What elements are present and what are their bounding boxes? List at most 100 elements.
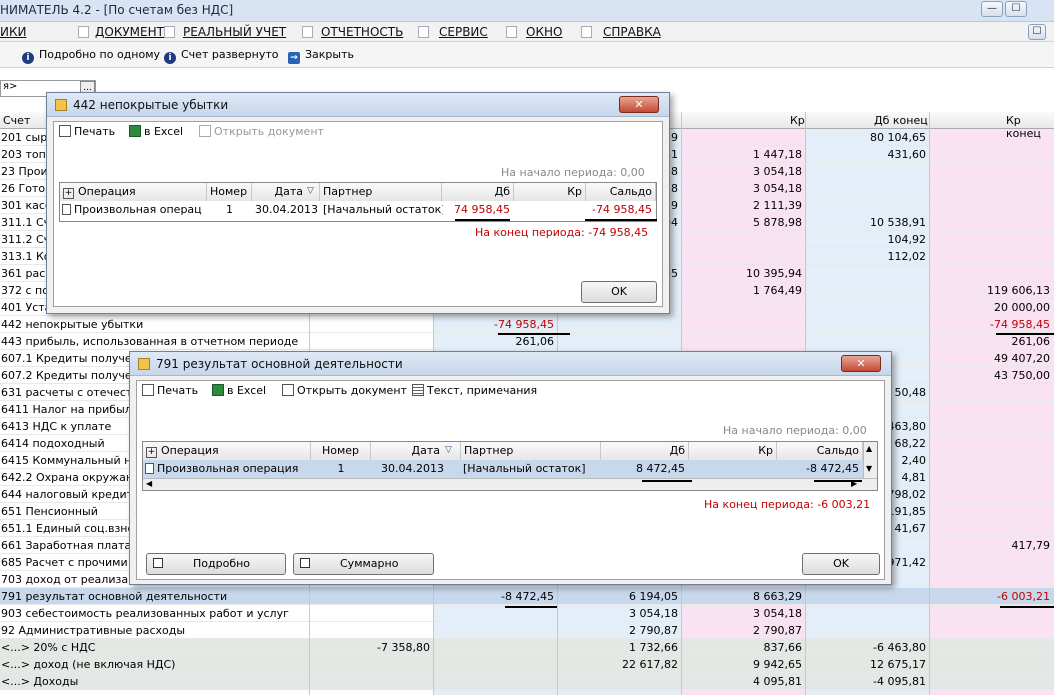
- table-row[interactable]: <...> Доходы 4 095,81 -4 095,81: [0, 673, 1054, 690]
- col-saldo[interactable]: Сальдо: [777, 442, 863, 460]
- minimize-button[interactable]: —: [981, 1, 1003, 17]
- menu-item-real-accounting[interactable]: РЕАЛЬНЫЙ УЧЕТ: [183, 25, 286, 39]
- table-row[interactable]: <...> 20% с НДС -7 358,80 1 732,66 837,66 -6…: [0, 639, 1054, 656]
- annotation-underline: [585, 219, 657, 221]
- op-name: Произвольная операц: [62, 203, 207, 216]
- annotation-underline: [996, 333, 1054, 335]
- exit-icon: →: [288, 52, 300, 64]
- ok-button[interactable]: OK: [802, 553, 880, 575]
- account-expanded-button[interactable]: i Счет развернуто: [164, 48, 279, 64]
- operations-grid: + Операция Номер Дата ▽ Партнер Дб Кр Сал…: [142, 441, 878, 491]
- op-debit: 8 472,45: [636, 462, 685, 475]
- cell-d: 8 663,29: [753, 590, 802, 603]
- cell-f: -74 958,45: [990, 318, 1050, 331]
- notes-icon: [412, 384, 424, 396]
- table-row[interactable]: <...> доход (не включая НДС) 22 617,82 9 9…: [0, 656, 1054, 673]
- col-debit[interactable]: Дб: [601, 442, 689, 460]
- cell-e: 80 104,65: [870, 131, 926, 144]
- open-document-label: Открыть документ: [297, 384, 407, 397]
- table-row[interactable]: 442 непокрытые убытки -74 958,45 -74 958,4…: [0, 316, 1054, 333]
- close-button[interactable]: ✕: [841, 355, 881, 372]
- cell-c: 1 732,66: [629, 641, 678, 654]
- dialog-caption: 791 результат основной деятельности ✕: [130, 352, 891, 376]
- col-operation[interactable]: + Операция: [143, 442, 311, 460]
- detail-one-label: Подробно по одному: [39, 48, 161, 61]
- info-icon: i: [164, 52, 176, 64]
- menu-item-service[interactable]: СЕРВИС: [439, 25, 488, 39]
- col-saldo[interactable]: Сальдо: [586, 183, 656, 201]
- cell-d: 2 111,39: [753, 199, 802, 212]
- cell-f: 261,06: [1011, 335, 1051, 348]
- close-report-button[interactable]: → Закрыть: [288, 48, 354, 64]
- menu-item-window[interactable]: ОКНО: [526, 25, 562, 39]
- account-name: 791 результат основной деятельности: [1, 590, 228, 603]
- print-button[interactable]: Печать: [59, 125, 115, 138]
- operation-row[interactable]: Произвольная операц 1 30.04.2013 [Началь…: [60, 201, 656, 219]
- document-icon: [145, 463, 154, 474]
- cell-f: -6 003,21: [997, 590, 1050, 603]
- col-debit[interactable]: Дб: [442, 183, 514, 201]
- cell-b: -74 958,45: [494, 318, 554, 331]
- menu-item-reports[interactable]: ОТЧЕТНОСТЬ: [321, 25, 403, 39]
- summary-toggle-button[interactable]: Суммарно: [293, 553, 434, 575]
- col-operation-label: Операция: [78, 185, 136, 198]
- vertical-scrollbar[interactable]: ▲ ▼: [863, 442, 877, 478]
- menu-item-help[interactable]: СПРАВКА: [603, 25, 661, 39]
- col-number[interactable]: Номер: [207, 183, 252, 201]
- printer-icon: [142, 384, 154, 396]
- op-saldo: -74 958,45: [592, 203, 652, 216]
- op-date: 30.04.2013: [255, 203, 317, 216]
- menu-item-tiki[interactable]: ИКИ: [0, 25, 26, 39]
- account-name: 92 Административные расходы: [1, 624, 186, 637]
- detail-toggle-button[interactable]: Подробно: [146, 553, 286, 575]
- detail-label: Подробно: [193, 557, 251, 570]
- open-document-button[interactable]: Открыть документ: [282, 384, 407, 397]
- op-debit: 74 958,45: [454, 203, 510, 216]
- col-operation-label: Операция: [161, 444, 219, 457]
- ok-button[interactable]: OK: [581, 281, 657, 303]
- cell-d: 1 764,49: [753, 284, 802, 297]
- cell-f: 43 750,00: [994, 369, 1050, 382]
- maximize-button[interactable]: ☐: [1005, 1, 1027, 17]
- menu-item-documents[interactable]: ДОКУМЕНТЫ: [95, 25, 175, 39]
- op-name-text: Произвольная операц: [74, 203, 202, 216]
- table-row[interactable]: 443 прибыль, использованная в отчетном п…: [0, 333, 1054, 350]
- expand-icon[interactable]: +: [63, 188, 74, 199]
- excel-icon: [129, 125, 141, 137]
- cell-d: 1 447,18: [753, 148, 802, 161]
- grid-divider: [929, 112, 930, 695]
- dialog-title: 791 результат основной деятельности: [156, 357, 403, 371]
- end-period-text: На конец периода: -6 003,21: [704, 498, 871, 511]
- annotation-underline: [642, 480, 692, 482]
- table-row[interactable]: 92 Административные расходы 2 790,87 2 790…: [0, 622, 1054, 639]
- notes-button[interactable]: Текст, примечания: [412, 384, 537, 397]
- print-button[interactable]: Печать: [142, 384, 198, 397]
- col-credit[interactable]: Кр: [514, 183, 586, 201]
- annotation-underline: [814, 480, 862, 482]
- export-excel-button[interactable]: в Excel: [212, 384, 266, 397]
- open-document-button[interactable]: Открыть документ: [199, 125, 324, 138]
- col-partner[interactable]: Партнер: [461, 442, 601, 460]
- col-credit[interactable]: Кр: [689, 442, 777, 460]
- scroll-down-icon[interactable]: ▼: [866, 464, 872, 473]
- real-accounting-icon: [164, 26, 175, 38]
- op-name-text: Произвольная операция: [157, 462, 299, 475]
- cell-e: 104,92: [887, 233, 927, 246]
- col-number[interactable]: Номер: [311, 442, 371, 460]
- service-icon: [418, 26, 429, 38]
- operation-row[interactable]: Произвольная операция 1 30.04.2013 [Нача…: [143, 460, 863, 478]
- export-excel-button[interactable]: в Excel: [129, 125, 183, 138]
- cell-d: 2 790,87: [753, 624, 802, 637]
- app-icon: [55, 99, 67, 111]
- mdi-restore-button[interactable]: ☐: [1028, 24, 1046, 40]
- scroll-left-icon[interactable]: ◀: [146, 479, 152, 488]
- col-operation[interactable]: + Операция: [60, 183, 207, 201]
- scroll-up-icon[interactable]: ▲: [866, 444, 872, 453]
- detail-one-button[interactable]: i Подробно по одному: [22, 48, 160, 64]
- annotation-underline: [505, 606, 557, 608]
- table-row[interactable]: 791 результат основной деятельности -8 47…: [0, 588, 1054, 605]
- horizontal-scrollbar[interactable]: ◀ ▶: [143, 478, 877, 490]
- close-button[interactable]: ✕: [619, 96, 659, 113]
- col-partner[interactable]: Партнер: [320, 183, 442, 201]
- expand-icon[interactable]: +: [146, 447, 157, 458]
